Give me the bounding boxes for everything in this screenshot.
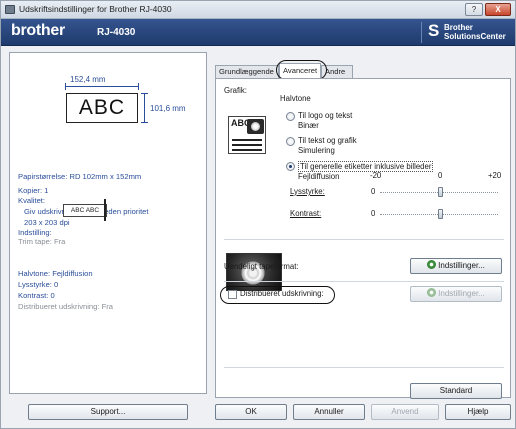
distributed-settings-label: Indstillinger... bbox=[438, 289, 485, 298]
brightness-label: Lysstyrke: bbox=[290, 187, 325, 196]
printer-model: RJ-4030 bbox=[97, 27, 136, 38]
distributed-highlight-circle bbox=[220, 286, 335, 304]
width-dimension-line bbox=[65, 83, 139, 90]
contrast-info: Kontrast: 0 bbox=[18, 291, 55, 300]
setting-info: Indstilling: bbox=[18, 228, 52, 237]
option-simulation-label: Simulering bbox=[298, 146, 335, 155]
lines-icon bbox=[232, 139, 262, 151]
radio-logo-text[interactable] bbox=[286, 112, 295, 121]
print-settings-window: Udskriftsindstillinger for Brother RJ-40… bbox=[0, 0, 516, 429]
label-sample-text: ABC bbox=[78, 96, 126, 119]
advanced-panel: Grafik: Halvtone ABC Til logo og tekst B… bbox=[215, 78, 511, 399]
option-error-diffusion-label: Fejldiffusion bbox=[298, 172, 340, 181]
scale-mid: 0 bbox=[438, 171, 443, 180]
radio-general-labels[interactable] bbox=[286, 162, 295, 171]
solutions-center-line1: Brother bbox=[444, 23, 473, 32]
ok-button[interactable]: OK bbox=[215, 404, 287, 420]
preview-panel: 152,4 mm ABC 101,6 mm Papirstørrelse: RD… bbox=[9, 52, 207, 394]
quality-info: Kvalitet: bbox=[18, 196, 46, 205]
cut-marker bbox=[104, 199, 106, 221]
settings-gear-icon bbox=[427, 260, 437, 269]
standard-button[interactable]: Standard bbox=[410, 383, 502, 399]
brother-logo: brother bbox=[11, 22, 65, 39]
tab-basic[interactable]: Grundlæggende bbox=[215, 65, 279, 78]
cut-preview: ABC ABC bbox=[63, 204, 107, 217]
cancel-button[interactable]: Annuller bbox=[293, 404, 365, 420]
distributed-info: Distribueret udskrivning: Fra bbox=[18, 302, 113, 311]
resolution-info: 203 x 203 dpi bbox=[24, 218, 70, 227]
graphic-preview-icon: ABC bbox=[228, 116, 266, 154]
option-text-graphics-label: Til tekst og grafik bbox=[298, 136, 357, 145]
halftone-label: Halvtone bbox=[280, 94, 311, 103]
height-dimension-line bbox=[141, 93, 148, 123]
option-binary-label: Binær bbox=[298, 121, 319, 130]
apply-button[interactable]: Anvend bbox=[371, 404, 439, 420]
separator-3 bbox=[224, 367, 504, 368]
close-button[interactable]: X bbox=[485, 3, 511, 16]
tape-format-settings-button[interactable]: Indstillinger... bbox=[410, 258, 502, 274]
paper-size-info: Papirstørrelse: RD 102mm x 152mm bbox=[18, 172, 142, 181]
brightness-value: 0 bbox=[371, 187, 376, 196]
solutions-center-icon: S bbox=[428, 21, 440, 40]
help-title-button[interactable]: ? bbox=[465, 3, 483, 16]
scale-min: -20 bbox=[370, 171, 382, 180]
settings-gear-icon-disabled bbox=[427, 288, 437, 297]
tab-highlight-circle bbox=[276, 60, 327, 80]
flower-icon bbox=[247, 119, 264, 134]
trim-tape-info: Trim tape: Fra bbox=[18, 237, 66, 246]
help-button[interactable]: Hjælp bbox=[445, 404, 511, 420]
option-logo-text-label: Til logo og tekst bbox=[298, 111, 353, 120]
halftone-info: Halvtone: Fejldiffusion bbox=[18, 269, 93, 278]
label-width: 152,4 mm bbox=[70, 75, 106, 84]
support-button[interactable]: Support... bbox=[28, 404, 188, 420]
label-preview: ABC bbox=[66, 93, 138, 123]
title-bar: Udskriftsindstillinger for Brother RJ-40… bbox=[1, 1, 515, 19]
label-height: 101,6 mm bbox=[150, 104, 186, 113]
brightness-slider-thumb[interactable] bbox=[438, 187, 443, 197]
contrast-value: 0 bbox=[371, 209, 376, 218]
scale-max: +20 bbox=[488, 171, 502, 180]
distributed-settings-button[interactable]: Indstillinger... bbox=[410, 286, 502, 302]
radio-text-graphics[interactable] bbox=[286, 137, 295, 146]
brand-bar: brother RJ-4030 S Brother SolutionsCente… bbox=[1, 19, 515, 46]
copies-info: Kopier: 1 bbox=[18, 186, 49, 195]
solutions-center-line2: SolutionsCenter bbox=[444, 32, 506, 41]
separator-2 bbox=[224, 281, 504, 282]
window-title: Udskriftsindstillinger for Brother RJ-40… bbox=[19, 4, 172, 14]
option-general-labels-label: Til generelle etiketter inklusive billed… bbox=[298, 161, 434, 172]
contrast-label: Kontrast: bbox=[290, 209, 322, 218]
contrast-slider-thumb[interactable] bbox=[438, 209, 443, 219]
solutions-center-link[interactable]: S Brother SolutionsCenter bbox=[421, 21, 511, 43]
brightness-info: Lysstyrke: 0 bbox=[18, 280, 59, 289]
printer-icon bbox=[5, 5, 15, 14]
tape-format-settings-label: Indstillinger... bbox=[438, 261, 485, 270]
graphic-label: Grafik: bbox=[224, 86, 247, 95]
tape-format-label: Uendeligt tapeformat: bbox=[224, 262, 299, 271]
separator-1 bbox=[224, 239, 504, 240]
